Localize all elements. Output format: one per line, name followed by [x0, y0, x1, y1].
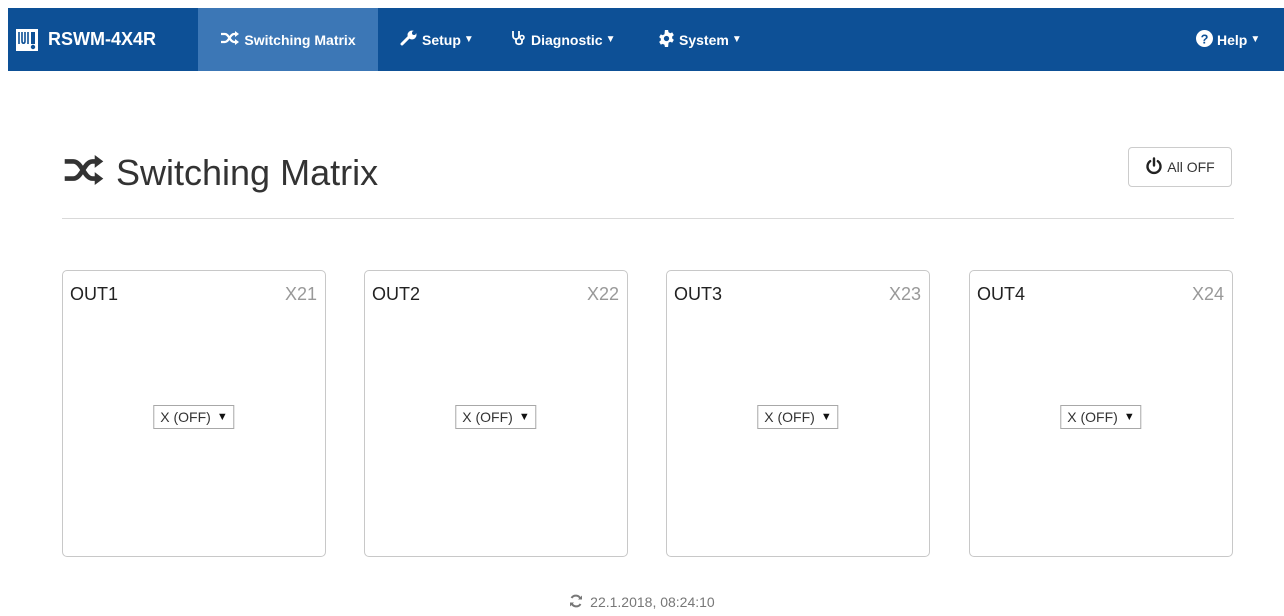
connector-label: X24 [1191, 284, 1224, 304]
dropdown-arrow-icon: ▼ [820, 411, 832, 423]
select-value: X (OFF) [1067, 409, 1118, 425]
select-value: X (OFF) [160, 409, 211, 425]
connector-label: X23 [888, 284, 921, 304]
svg-text:?: ? [1201, 31, 1209, 46]
output-card-out3: OUT3 X23 X (OFF) ▼ [666, 270, 930, 557]
caret-down-icon: ▼ [605, 34, 616, 45]
top-navbar: RSWM-4X4R Switching Matrix Setup ▼ Diagn… [8, 8, 1284, 71]
nav-help[interactable]: ? Help ▼ [1196, 8, 1260, 71]
input-select[interactable]: X (OFF) ▼ [153, 405, 235, 429]
output-card-out4: OUT4 X24 X (OFF) ▼ [969, 270, 1233, 557]
question-circle-icon: ? [1196, 29, 1213, 50]
wrench-icon [400, 30, 418, 49]
nav-setup[interactable]: Setup ▼ [400, 8, 474, 71]
select-value: X (OFF) [462, 409, 513, 425]
output-label: OUT1 [70, 284, 119, 304]
shuffle-icon [220, 31, 240, 48]
brand[interactable]: RSWM-4X4R [16, 8, 156, 71]
page-title-text: Switching Matrix [116, 152, 379, 193]
gear-icon [658, 29, 675, 50]
last-update-footer: 22.1.2018, 08:24:10 [0, 594, 1284, 611]
select-value: X (OFF) [764, 409, 815, 425]
input-select[interactable]: X (OFF) ▼ [455, 405, 537, 429]
output-card-out1: OUT1 X21 X (OFF) ▼ [62, 270, 326, 557]
connector-label: X21 [284, 284, 317, 304]
refresh-icon[interactable] [569, 594, 583, 611]
brand-name: RSWM-4X4R [48, 29, 157, 49]
shuffle-icon [62, 152, 106, 194]
nav-system[interactable]: System ▼ [658, 8, 742, 71]
all-off-label: All OFF [1167, 159, 1215, 175]
dropdown-arrow-icon: ▼ [216, 411, 228, 423]
stethoscope-icon [511, 30, 527, 49]
input-select[interactable]: X (OFF) ▼ [1060, 405, 1142, 429]
output-label: OUT3 [674, 284, 723, 304]
power-icon [1145, 156, 1163, 178]
caret-down-icon: ▼ [1250, 34, 1261, 45]
dropdown-arrow-icon: ▼ [518, 411, 530, 423]
logo-icon [16, 28, 38, 51]
nav-diagnostic[interactable]: Diagnostic ▼ [511, 8, 615, 71]
connector-label: X22 [586, 284, 619, 304]
caret-down-icon: ▼ [731, 34, 742, 45]
caret-down-icon: ▼ [463, 34, 474, 45]
title-divider [62, 218, 1234, 219]
input-select[interactable]: X (OFF) ▼ [757, 405, 839, 429]
nav-label: Diagnostic [531, 31, 603, 48]
nav-label: Help [1217, 31, 1248, 48]
all-off-button[interactable]: All OFF [1128, 147, 1232, 187]
output-card-out2: OUT2 X22 X (OFF) ▼ [364, 270, 628, 557]
output-label: OUT4 [977, 284, 1026, 304]
nav-switching-matrix[interactable]: Switching Matrix [198, 8, 378, 71]
last-update-timestamp: 22.1.2018, 08:24:10 [590, 594, 715, 610]
page-title: Switching Matrix [62, 148, 378, 198]
dropdown-arrow-icon: ▼ [1123, 411, 1135, 423]
nav-label: Setup [422, 31, 461, 48]
nav-label: Switching Matrix [244, 31, 356, 48]
output-label: OUT2 [372, 284, 421, 304]
nav-label: System [679, 31, 729, 48]
